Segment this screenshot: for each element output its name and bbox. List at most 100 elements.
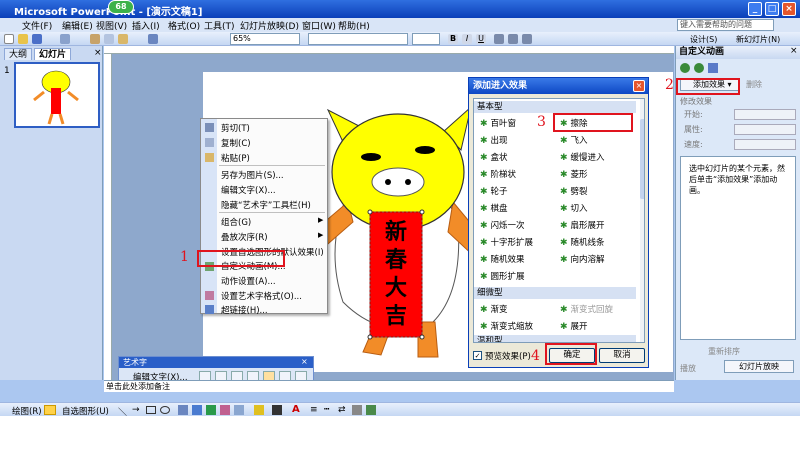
cancel-button[interactable]: 取消 — [599, 348, 645, 363]
slideshow-button[interactable]: 幻灯片放映 — [724, 360, 794, 373]
effect-item[interactable]: ✱ 棋盘 — [480, 202, 508, 214]
forward-icon[interactable] — [694, 63, 704, 73]
wordart-text[interactable]: 新 春 大 吉 — [370, 218, 422, 330]
wordart-icon[interactable] — [192, 405, 202, 415]
effect-item[interactable]: ✱ 扇形展开 — [560, 219, 605, 231]
remove-button[interactable]: 删除 — [746, 79, 762, 90]
line-color-icon[interactable] — [272, 405, 282, 415]
save-icon[interactable] — [32, 34, 42, 44]
menu-item-hyperlink[interactable]: 超链接(H)... — [221, 304, 268, 316]
close-button[interactable]: × — [782, 2, 796, 16]
shadow-icon[interactable] — [352, 405, 362, 415]
arrow-style-icon[interactable]: ⇄ — [338, 405, 346, 415]
close-icon[interactable]: × — [790, 46, 798, 56]
effect-item[interactable]: ✱ 盒状 — [480, 151, 508, 163]
effect-item[interactable]: ✱ 渐变式缩放 — [480, 320, 533, 332]
menu-insert[interactable]: 插入(I) — [132, 19, 160, 32]
bold-icon[interactable]: B — [448, 34, 458, 44]
effect-item[interactable]: ✱ 随机效果 — [480, 253, 525, 265]
tab-outline[interactable]: 大纲 — [4, 48, 33, 60]
effect-item[interactable]: ✱ 劈裂 — [560, 185, 588, 197]
effect-item[interactable]: ✱ 十字形扩展 — [480, 236, 533, 248]
effect-item[interactable]: ✱ 闪烁一次 — [480, 219, 525, 231]
menu-tools[interactable]: 工具(T) — [204, 19, 235, 32]
diagram-icon[interactable] — [206, 405, 216, 415]
align-left-icon[interactable] — [494, 34, 504, 44]
effect-list[interactable]: 基本型 ✱ 百叶窗 ✱ 出现 ✱ 盒状 ✱ 阶梯状 ✱ 轮子 ✱ 棋盘 ✱ 闪烁一次 ✱ 十字形… — [473, 98, 645, 343]
effect-item[interactable]: ✱ 阶梯状 — [480, 168, 516, 180]
effect-item[interactable]: ✱ 向内溶解 — [560, 253, 605, 265]
effect-item[interactable]: ✱ 展开 — [560, 320, 588, 332]
print-icon[interactable] — [60, 34, 70, 44]
animation-list[interactable]: 选中幻灯片的某个元素，然后单击“添加效果”添加动画。 — [680, 156, 796, 340]
fill-color-icon[interactable] — [254, 405, 264, 415]
effect-list-scrollbar[interactable] — [640, 99, 644, 342]
menu-item-copy[interactable]: 复制(C) — [221, 137, 251, 149]
back-icon[interactable] — [680, 63, 690, 73]
menu-window[interactable]: 窗口(W) — [302, 19, 336, 32]
arrow-icon[interactable]: → — [132, 405, 140, 415]
underline-icon[interactable]: U — [476, 34, 486, 44]
oval-icon[interactable] — [160, 406, 170, 414]
menu-item-group[interactable]: 组合(G) — [221, 216, 251, 228]
speed-select[interactable] — [734, 139, 796, 150]
notes-pane[interactable]: 单击此处添加备注 — [104, 380, 674, 392]
align-right-icon[interactable] — [522, 34, 532, 44]
menu-item-order[interactable]: 叠放次序(R) — [221, 231, 268, 243]
menu-item-save-as-picture[interactable]: 另存为图片(S)... — [221, 169, 284, 181]
menu-slideshow[interactable]: 幻灯片放映(D) — [240, 19, 299, 32]
help-search-input[interactable]: 键入需要帮助的问题 — [677, 19, 774, 31]
font-select[interactable] — [308, 33, 408, 45]
copy-icon[interactable] — [104, 34, 114, 44]
font-color-icon[interactable]: A — [292, 404, 300, 415]
clipart-icon[interactable] — [220, 405, 230, 415]
menu-edit[interactable]: 编辑(E) — [62, 19, 93, 32]
effect-item[interactable]: ✱ 百叶窗 — [480, 117, 516, 129]
effect-item[interactable]: ✱ 出现 — [480, 134, 508, 146]
line-style-icon[interactable]: ≡ — [310, 405, 318, 415]
property-select[interactable] — [734, 124, 796, 135]
textbox-icon[interactable] — [178, 405, 188, 415]
menu-format[interactable]: 格式(O) — [168, 19, 200, 32]
tab-slides[interactable]: 幻灯片 — [34, 48, 72, 60]
rectangle-icon[interactable] — [146, 406, 156, 414]
select-objects-icon[interactable] — [44, 405, 56, 415]
menu-item-paste[interactable]: 粘贴(P) — [221, 152, 250, 164]
home-icon[interactable] — [708, 63, 718, 73]
align-center-icon[interactable] — [508, 34, 518, 44]
undo-icon[interactable] — [148, 34, 158, 44]
menu-item-format-wordart[interactable]: 设置艺术字格式(O)... — [221, 290, 302, 302]
minimize-button[interactable]: _ — [748, 2, 762, 16]
paste-icon[interactable] — [118, 34, 128, 44]
start-select[interactable] — [734, 109, 796, 120]
dash-style-icon[interactable]: ┅ — [324, 405, 329, 415]
menu-item-edit-text[interactable]: 编辑文字(X)... — [221, 184, 276, 196]
effect-item[interactable]: ✱ 渐变 — [480, 303, 508, 315]
cut-icon[interactable] — [90, 34, 100, 44]
maximize-button[interactable]: □ — [765, 2, 779, 16]
menu-view[interactable]: 视图(V) — [96, 19, 127, 32]
zoom-select[interactable]: 65% — [230, 33, 300, 45]
menu-item-cut[interactable]: 剪切(T) — [221, 122, 250, 134]
effect-item[interactable]: ✱ 轮子 — [480, 185, 508, 197]
italic-icon[interactable]: I — [462, 34, 472, 44]
effect-item[interactable]: ✱ 切入 — [560, 202, 588, 214]
preview-checkbox[interactable]: ✓ — [473, 351, 482, 360]
open-icon[interactable] — [18, 34, 28, 44]
effect-item[interactable]: ✱ 渐变式回旋 — [560, 303, 613, 315]
menu-item-action-settings[interactable]: 动作设置(A)... — [221, 275, 276, 287]
picture-icon[interactable] — [234, 405, 244, 415]
3d-icon[interactable] — [366, 405, 376, 415]
play-button[interactable]: 播放 — [680, 363, 696, 374]
menu-help[interactable]: 帮助(H) — [338, 19, 370, 32]
font-size-select[interactable] — [412, 33, 440, 45]
effect-item[interactable]: ✱ 随机线条 — [560, 236, 605, 248]
close-icon[interactable]: × — [94, 48, 102, 58]
effect-item[interactable]: ✱ 菱形 — [560, 168, 588, 180]
menu-item-hide-wordart-toolbar[interactable]: 隐藏“艺术字”工具栏(H) — [221, 199, 311, 211]
effect-item[interactable]: ✱ 缓慢进入 — [560, 151, 605, 163]
dialog-close-button[interactable]: × — [633, 80, 645, 92]
new-icon[interactable] — [4, 34, 14, 44]
effect-item[interactable]: ✱ 圆形扩展 — [480, 270, 525, 282]
design-button[interactable]: 设计(S) — [690, 34, 717, 45]
